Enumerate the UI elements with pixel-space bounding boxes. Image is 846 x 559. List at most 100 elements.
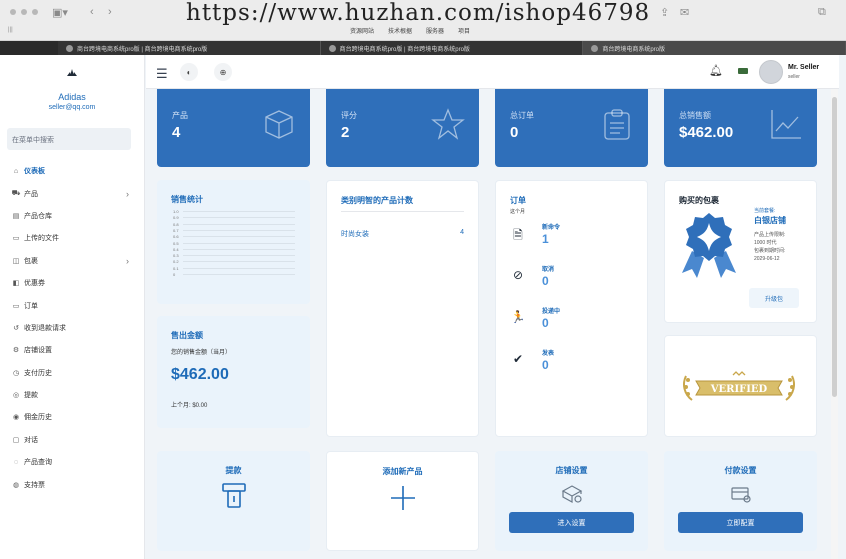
sidebar-item[interactable]: ▤ 产品仓库 xyxy=(0,205,144,227)
sidebar-item[interactable]: ⌂ 仪表板 xyxy=(0,160,144,182)
plus-icon xyxy=(327,483,478,518)
chevron-right-icon[interactable]: › xyxy=(126,256,129,266)
order-status-item[interactable]: ⊘ 取消 0 xyxy=(510,264,630,292)
sidebar-item-label: 仪表板 xyxy=(24,168,45,176)
stat-label: 总销售额 xyxy=(679,111,711,120)
menu-search-input[interactable]: 在菜单中搜索 xyxy=(7,128,131,150)
sidebar-item[interactable]: ▭ 上传的文件 xyxy=(0,227,144,249)
category-row[interactable]: 时尚女装 4 xyxy=(341,229,464,239)
brand-email: seller@qq.com xyxy=(48,104,96,111)
gridline xyxy=(183,223,295,225)
payment-settings-action-card: 付款设置 立即配置 xyxy=(664,451,817,551)
bookmarks-grid-icon[interactable]: ||| xyxy=(8,27,13,33)
avatar[interactable] xyxy=(759,60,783,84)
language-icon[interactable]: ⊕ xyxy=(214,63,232,81)
add-product-action-card[interactable]: 添加新产品 xyxy=(326,451,479,551)
y-tick-label: 0.6 xyxy=(173,234,179,240)
stat-card-rating[interactable]: 评分 2 xyxy=(326,89,479,167)
box-icon xyxy=(262,107,296,141)
watermark-url: https://www.huzhan.com/ishop46798 xyxy=(186,0,651,26)
gridline xyxy=(183,261,295,263)
sidebar-item-label: 包裹 xyxy=(24,257,38,265)
sidebar-item[interactable]: ◎ 提款 xyxy=(0,384,144,406)
mail-icon[interactable]: ✉ xyxy=(680,6,689,19)
bookmark-item[interactable]: 技术根据 xyxy=(388,26,412,35)
brand: Adidas seller@qq.com xyxy=(0,55,144,111)
stat-value: $462.00 xyxy=(679,124,734,141)
order-status-item[interactable]: 🗎 新命令 1 xyxy=(510,222,630,250)
browser-tab[interactable]: 商台跨境电商系统pro版 | 商台跨境电商系统pro版 xyxy=(58,41,321,55)
notification-bell-icon[interactable]: 🔔︎ xyxy=(709,64,723,77)
sidebar-item[interactable]: ⚙ 店铺设置 xyxy=(0,339,144,361)
order-status-item[interactable]: ✔ 发表 0 xyxy=(510,348,630,376)
sidebar-item[interactable]: ◌ 产品查询 xyxy=(0,451,144,473)
configure-now-button[interactable]: 立即配置 xyxy=(678,512,803,533)
tab-title: 商台跨境电商系统pro版 | 商台跨境电商系统pro版 xyxy=(77,46,208,53)
share-icon[interactable]: ⇪ xyxy=(660,6,669,19)
topbar: ☰ ◐ ⊕ 🔔︎ Mr. Seller seller xyxy=(146,55,839,89)
card-title: 销售统计 xyxy=(171,195,203,204)
stat-value: 0 xyxy=(510,124,519,141)
store-settings-action-card: 店铺设置 进入设置 xyxy=(495,451,648,551)
stat-card-orders[interactable]: 总订单 0 xyxy=(495,89,648,167)
bookmark-item[interactable]: 服务器 xyxy=(426,26,444,35)
sidebar-item-label: 产品 xyxy=(24,190,38,198)
query-icon: ◌ xyxy=(13,458,19,466)
tabs-overview-icon[interactable]: ⧉ xyxy=(818,6,826,19)
close-window-button[interactable] xyxy=(10,9,16,15)
order-status-count: 0 xyxy=(542,316,549,330)
user-name[interactable]: Mr. Seller xyxy=(788,64,819,71)
enter-settings-button[interactable]: 进入设置 xyxy=(509,512,634,533)
sold-amount-value: $462.00 xyxy=(171,366,229,383)
sidebar-item[interactable]: ◉ 佣金历史 xyxy=(0,406,144,428)
chevron-right-icon[interactable]: › xyxy=(126,189,129,199)
sidebar-item[interactable]: ◷ 支付历史 xyxy=(0,362,144,384)
card-title: 售出金额 xyxy=(171,331,203,340)
sidebar-item[interactable]: ◍ 支持票 xyxy=(0,473,144,495)
order-status-item[interactable]: 🏃 投递中 0 xyxy=(510,306,630,334)
payment-settings-icon xyxy=(664,484,817,509)
browser-tab[interactable]: 商台跨境电商系统pro版 | 商台跨境电商系统pro版 xyxy=(321,41,584,55)
language-flag-icon[interactable] xyxy=(738,68,748,74)
gridline xyxy=(183,217,295,219)
tab-title: 商台跨境电商系统pro版 | 商台跨境电商系统pro版 xyxy=(339,46,470,53)
order-status-count: 0 xyxy=(542,274,549,288)
browser-tab-active[interactable]: 商台跨境电商系统pro版 xyxy=(583,41,846,55)
withdraw-card-icon xyxy=(157,482,310,515)
maximize-window-button[interactable] xyxy=(32,9,38,15)
stat-card-sales[interactable]: 总销售额 $462.00 xyxy=(664,89,817,167)
favicon-icon xyxy=(328,44,336,52)
sidebar-item[interactable]: ↺ 收到退款请求 xyxy=(0,317,144,339)
scrollbar-thumb[interactable] xyxy=(832,97,837,397)
upgrade-package-button[interactable]: 升级包 xyxy=(749,288,799,308)
current-plan-label: 当前套餐: xyxy=(754,208,776,214)
sidebar-item[interactable]: ⛟ 产品 › xyxy=(0,182,144,204)
gridline xyxy=(183,255,295,257)
trend-icon xyxy=(769,107,803,141)
sidebar-item[interactable]: ▭ 订单 xyxy=(0,294,144,316)
card-title: 购买的包裹 xyxy=(679,196,719,205)
bookmark-item[interactable]: 资源网站 xyxy=(350,26,374,35)
minimize-window-button[interactable] xyxy=(21,9,27,15)
menu-toggle-icon[interactable]: ☰ xyxy=(156,66,168,82)
stat-card-products[interactable]: 产品 4 xyxy=(157,89,310,167)
brand-logo-icon[interactable] xyxy=(0,67,144,80)
sidebar-item[interactable]: ◫ 包裹 › xyxy=(0,250,144,272)
store-icon: ⚙ xyxy=(12,347,20,355)
gridline xyxy=(183,242,295,244)
forward-icon[interactable]: › xyxy=(108,6,112,18)
sidebar-item[interactable]: ▢ 对话 xyxy=(0,429,144,451)
globe-icon[interactable]: ◐ xyxy=(180,63,198,81)
sidebar-toggle-icon[interactable]: ▣▾ xyxy=(52,6,68,19)
sidebar-item-label: 支付历史 xyxy=(24,369,52,377)
sidebar-item[interactable]: ◧ 优惠券 xyxy=(0,272,144,294)
y-tick-label: 0.5 xyxy=(173,240,179,246)
scrollbar[interactable] xyxy=(831,89,838,559)
back-icon[interactable]: ‹ xyxy=(90,6,94,18)
expiry-value: 2029-06-12 xyxy=(754,256,780,262)
sidebar-item-label: 产品仓库 xyxy=(24,212,52,220)
bookmark-item[interactable]: 项目 xyxy=(458,26,470,35)
order-icon: ▭ xyxy=(12,302,20,310)
withdraw-action-card[interactable]: 提款 xyxy=(157,451,310,551)
category-count: 4 xyxy=(460,229,464,236)
